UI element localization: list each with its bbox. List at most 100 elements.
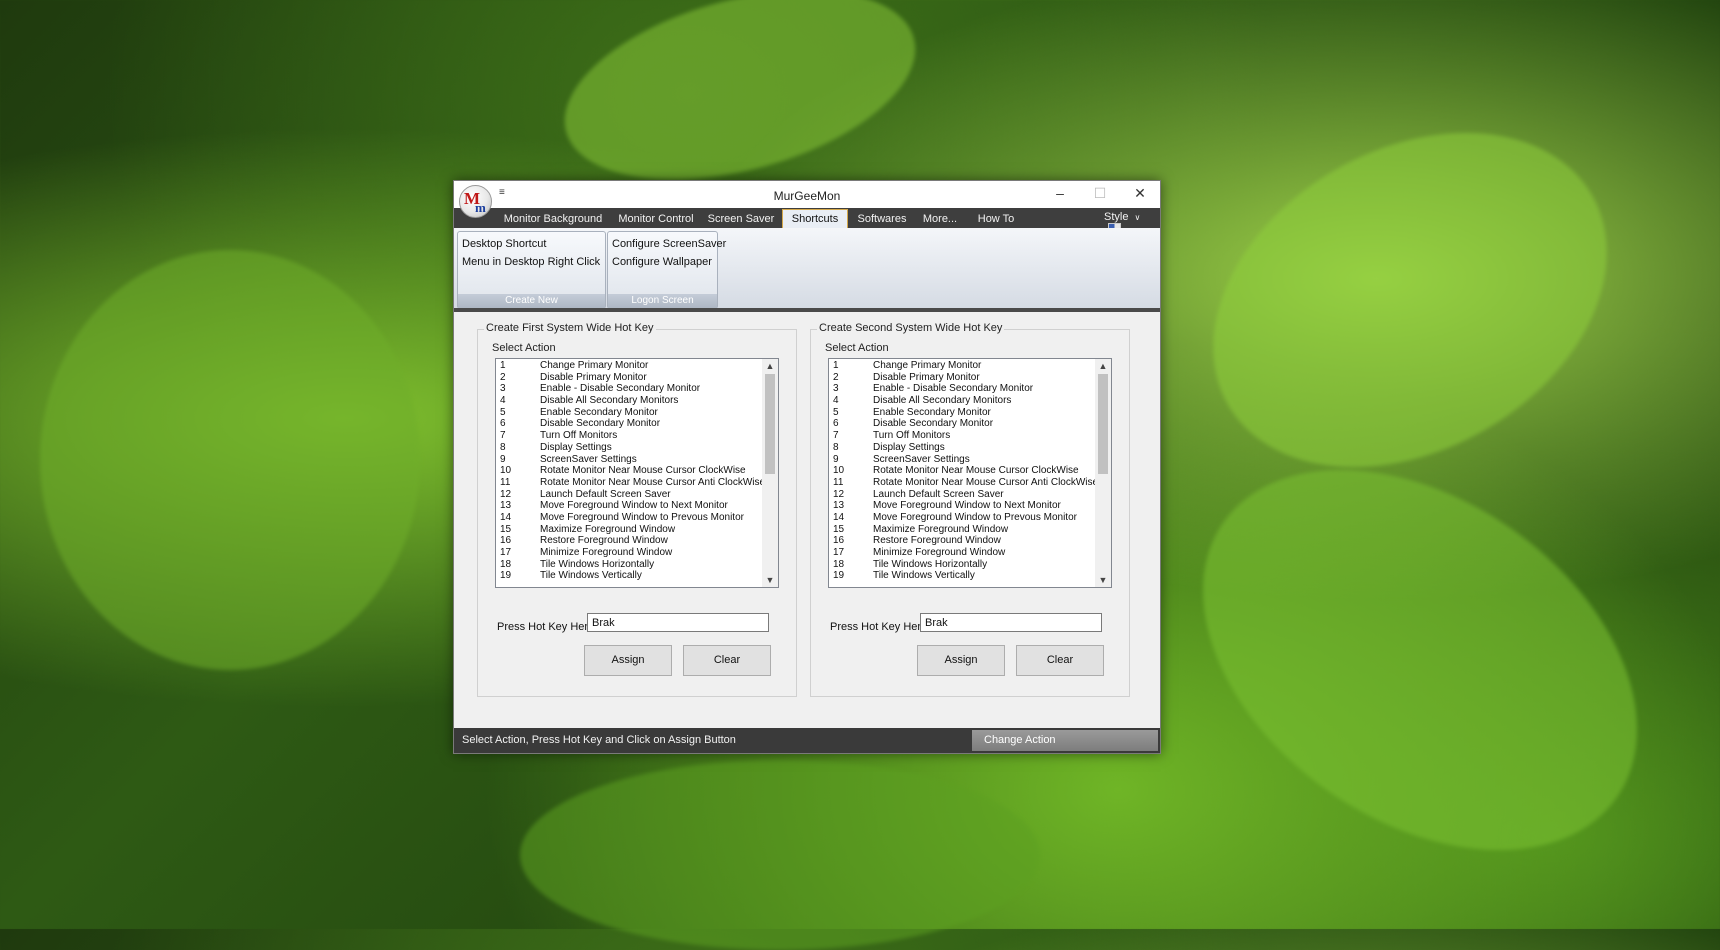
scrollbar[interactable]: ▲ ▼	[1095, 359, 1111, 587]
tab-shortcuts[interactable]: Shortcuts	[782, 209, 848, 229]
list-item[interactable]: 14 Move Foreground Window to Prevous Moni…	[496, 512, 758, 524]
scrollbar-thumb[interactable]	[765, 374, 775, 474]
scroll-down-icon[interactable]: ▼	[762, 573, 778, 587]
list-item[interactable]: 11 Rotate Monitor Near Mouse Cursor Anti …	[829, 477, 1098, 489]
list-item-number: 6	[500, 418, 506, 430]
list-item[interactable]: 18 Tile Windows Horizontally	[496, 559, 758, 571]
action-listbox[interactable]: 1 Change Primary Monitor 2 Disable Primary …	[828, 358, 1112, 588]
app-window: ≡ MurGeeMon – ☐ ✕ M m Monitor Background…	[453, 180, 1161, 754]
list-item[interactable]: 4 Disable All Secondary Monitors	[496, 395, 758, 407]
list-item-number: 1	[833, 360, 839, 371]
list-item[interactable]: 9 ScreenSaver Settings	[496, 454, 758, 466]
list-item-number: 16	[500, 535, 512, 547]
list-item-number: 8	[500, 441, 506, 453]
list-item[interactable]: 17 Minimize Foreground Window	[496, 547, 758, 559]
list-item-number: 10	[500, 465, 512, 477]
list-item[interactable]: 8 Display Settings	[829, 442, 1091, 454]
list-item[interactable]: 10 Rotate Monitor Near Mouse Cursor Clock…	[829, 465, 1091, 477]
list-item-number: 17	[833, 547, 845, 558]
list-item[interactable]: 7 Turn Off Monitors	[829, 430, 1091, 442]
press-hotkey-label: Press Hot Key Here	[497, 621, 595, 633]
list-item[interactable]: 5 Enable Secondary Monitor	[496, 407, 758, 419]
configure-wallpaper-button[interactable]: Configure Wallpaper	[612, 256, 712, 268]
list-item-label: Rotate Monitor Near Mouse Cursor Anti Cl…	[540, 476, 766, 488]
list-item[interactable]: 4 Disable All Secondary Monitors	[829, 395, 1091, 407]
tab-how-to[interactable]: How To	[968, 210, 1024, 228]
clear-button[interactable]: Clear	[1016, 645, 1104, 676]
list-item-label: Tile Windows Vertically	[540, 570, 642, 582]
list-item-number: 5	[500, 406, 506, 418]
list-item-number: 4	[500, 395, 506, 407]
list-item-label: Rotate Monitor Near Mouse Cursor ClockWi…	[540, 465, 746, 477]
list-item-label: Minimize Foreground Window	[540, 547, 673, 558]
list-item[interactable]: 3 Enable - Disable Secondary Monitor	[829, 383, 1091, 395]
list-item-label: ScreenSaver Settings	[873, 453, 970, 465]
list-item-number: 16	[833, 535, 845, 547]
first-hotkey-group: Create First System Wide Hot Key Select …	[477, 322, 797, 697]
tab-more[interactable]: More...	[916, 210, 964, 228]
list-item-label: Display Settings	[873, 441, 945, 453]
hotkey-input[interactable]	[920, 613, 1102, 632]
list-item[interactable]: 15 Maximize Foreground Window	[829, 524, 1091, 536]
list-item[interactable]: 18 Tile Windows Horizontally	[829, 559, 1091, 571]
scroll-up-icon[interactable]: ▲	[762, 359, 778, 373]
tab-softwares[interactable]: Softwares	[852, 210, 912, 228]
list-item-number: 9	[500, 453, 506, 465]
list-item[interactable]: 9 ScreenSaver Settings	[829, 454, 1091, 466]
list-item-number: 7	[833, 430, 839, 442]
action-listbox[interactable]: 1 Change Primary Monitor 2 Disable Primary …	[495, 358, 779, 588]
list-item[interactable]: 6 Disable Secondary Monitor	[829, 418, 1091, 430]
list-item[interactable]: 5 Enable Secondary Monitor	[829, 407, 1091, 419]
list-item[interactable]: 13 Move Foreground Window to Next Monitor	[829, 500, 1091, 512]
list-item[interactable]: 10 Rotate Monitor Near Mouse Cursor Clock…	[496, 465, 758, 477]
list-item-label: Launch Default Screen Saver	[540, 488, 671, 500]
list-item[interactable]: 14 Move Foreground Window to Prevous Moni…	[829, 512, 1091, 524]
background-foliage	[1153, 65, 1667, 535]
assign-button[interactable]: Assign	[917, 645, 1005, 676]
scrollbar-thumb[interactable]	[1098, 374, 1108, 474]
clear-button[interactable]: Clear	[683, 645, 771, 676]
list-item[interactable]: 15 Maximize Foreground Window	[496, 524, 758, 536]
tab-monitor-background[interactable]: Monitor Background	[498, 210, 608, 228]
list-item[interactable]: 7 Turn Off Monitors	[496, 430, 758, 442]
list-item[interactable]: 19 Tile Windows Vertically	[829, 570, 1091, 582]
list-item[interactable]: 16 Restore Foreground Window	[496, 535, 758, 547]
tab-monitor-control[interactable]: Monitor Control	[612, 210, 700, 228]
close-button[interactable]: ✕	[1120, 181, 1160, 208]
configure-screensaver-button[interactable]: Configure ScreenSaver	[612, 238, 726, 250]
list-item-label: Turn Off Monitors	[540, 430, 618, 442]
list-item[interactable]: 11 Rotate Monitor Near Mouse Cursor Anti …	[496, 477, 765, 489]
list-item[interactable]: 2 Disable Primary Monitor	[496, 372, 758, 384]
hotkey-input[interactable]	[587, 613, 769, 632]
minimize-button[interactable]: –	[1040, 181, 1080, 208]
ribbon-panel: Desktop Shortcut Menu in Desktop Right C…	[454, 228, 1160, 309]
list-item-number: 17	[500, 547, 512, 558]
list-item[interactable]: 1 Change Primary Monitor	[496, 360, 758, 372]
maximize-button[interactable]: ☐	[1080, 181, 1120, 208]
desktop-right-click-menu-button[interactable]: Menu in Desktop Right Click	[462, 256, 600, 268]
list-item[interactable]: 6 Disable Secondary Monitor	[496, 418, 758, 430]
list-item[interactable]: 2 Disable Primary Monitor	[829, 372, 1091, 384]
desktop-shortcut-button[interactable]: Desktop Shortcut	[462, 238, 546, 250]
list-item[interactable]: 17 Minimize Foreground Window	[829, 547, 1091, 559]
scroll-down-icon[interactable]: ▼	[1095, 573, 1111, 587]
background-foliage	[520, 760, 1040, 950]
list-item[interactable]: 16 Restore Foreground Window	[829, 535, 1091, 547]
list-item[interactable]: 13 Move Foreground Window to Next Monitor	[496, 500, 758, 512]
list-item[interactable]: 8 Display Settings	[496, 442, 758, 454]
change-action-button[interactable]: Change Action	[972, 730, 1158, 751]
scrollbar[interactable]: ▲ ▼	[762, 359, 778, 587]
select-action-label: Select Action	[492, 342, 556, 354]
list-item[interactable]: 19 Tile Windows Vertically	[496, 570, 758, 582]
list-item[interactable]: 12 Launch Default Screen Saver	[496, 489, 758, 501]
list-item[interactable]: 1 Change Primary Monitor	[829, 360, 1091, 372]
list-item-label: Disable All Secondary Monitors	[540, 395, 679, 407]
scroll-up-icon[interactable]: ▲	[1095, 359, 1111, 373]
list-item-label: Disable Primary Monitor	[873, 371, 980, 383]
list-item[interactable]: 3 Enable - Disable Secondary Monitor	[496, 383, 758, 395]
app-logo-icon[interactable]: M m	[459, 185, 492, 218]
tab-screen-saver[interactable]: Screen Saver	[704, 210, 778, 228]
assign-button[interactable]: Assign	[584, 645, 672, 676]
list-item[interactable]: 12 Launch Default Screen Saver	[829, 489, 1091, 501]
status-bar: Select Action, Press Hot Key and Click o…	[454, 728, 1160, 753]
